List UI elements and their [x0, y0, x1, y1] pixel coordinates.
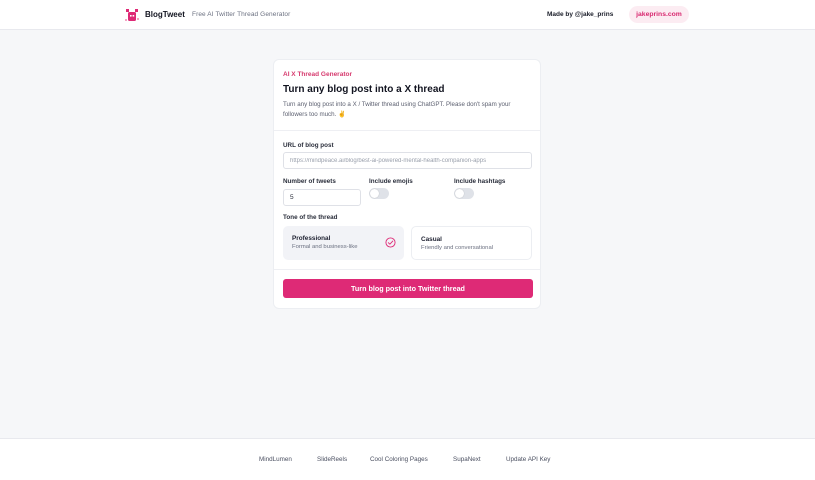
tagline: Free AI Twitter Thread Generator	[192, 11, 291, 18]
tone-option-casual[interactable]: Casual Friendly and conversational	[411, 226, 532, 260]
tone-label: Tone of the thread	[283, 214, 338, 221]
toggle-knob	[370, 189, 379, 198]
blog-url-input[interactable]	[283, 152, 532, 169]
card-description: Turn any blog post into a X / Twitter th…	[283, 101, 511, 118]
top-navbar: BlogTweet Free AI Twitter Thread Generat…	[0, 0, 815, 30]
tone-title: Professional	[292, 235, 331, 242]
tone-subtitle: Formal and business-like	[292, 244, 358, 250]
generate-thread-button[interactable]: Turn blog post into Twitter thread	[283, 279, 533, 298]
tweets-count-input[interactable]	[283, 189, 361, 206]
emojis-label: Include emojis	[369, 178, 413, 185]
footer: MindLumen SlideReels Cool Coloring Pages…	[0, 438, 815, 480]
footer-link-supanext[interactable]: SupaNext	[453, 456, 481, 463]
tone-title: Casual	[421, 236, 442, 243]
divider	[274, 130, 540, 131]
author-site-link[interactable]: jakeprins.com	[629, 6, 689, 23]
footer-link-update-api-key[interactable]: Update API Key	[506, 456, 550, 463]
check-circle-icon	[385, 237, 396, 248]
footer-link-slidereels[interactable]: SlideReels	[317, 456, 347, 463]
card-title: Turn any blog post into a X thread	[283, 84, 445, 95]
tweets-count-label: Number of tweets	[283, 178, 336, 185]
emojis-toggle[interactable]	[369, 188, 389, 199]
footer-link-coloring-pages[interactable]: Cool Coloring Pages	[370, 456, 428, 463]
hashtags-toggle[interactable]	[454, 188, 474, 199]
tone-subtitle: Friendly and conversational	[421, 245, 494, 251]
tone-option-professional[interactable]: Professional Formal and business-like	[283, 226, 404, 260]
toggle-knob	[455, 189, 464, 198]
hashtags-label: Include hashtags	[454, 178, 506, 185]
thread-generator-card: AI X Thread Generator Turn any blog post…	[273, 59, 541, 309]
url-label: URL of blog post	[283, 142, 334, 149]
logo-icon[interactable]	[124, 7, 140, 23]
card-eyebrow: AI X Thread Generator	[283, 71, 352, 78]
made-by-text: Made by @jake_prins	[547, 11, 614, 18]
divider	[274, 269, 540, 270]
footer-links: MindLumen SlideReels Cool Coloring Pages…	[0, 456, 815, 466]
brand-name[interactable]: BlogTweet	[145, 10, 185, 19]
footer-link-mindlumen[interactable]: MindLumen	[259, 456, 292, 463]
